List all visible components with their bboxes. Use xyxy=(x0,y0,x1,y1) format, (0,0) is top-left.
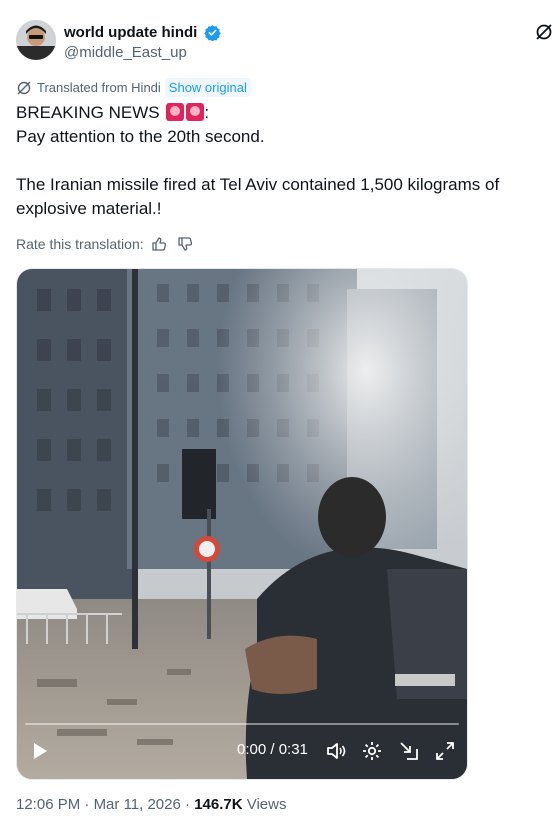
thumbs-down-icon[interactable] xyxy=(176,235,194,253)
translated-label: Translated from Hindi xyxy=(37,80,161,95)
breaking-news-text: BREAKING NEWS xyxy=(16,103,160,122)
settings-gear-icon[interactable] xyxy=(360,739,384,763)
views-count: 146.7K xyxy=(194,796,243,813)
meta-separator: · xyxy=(185,796,191,813)
video-frame xyxy=(17,269,467,779)
translation-bar: Translated from Hindi Show original xyxy=(16,78,251,97)
views-label: Views xyxy=(246,796,287,813)
tweet-meta: 12:06 PM · Mar 11, 2026 · 146.7K Views xyxy=(16,796,286,813)
tweet-line-3: The Iranian missile fired at Tel Aviv co… xyxy=(16,175,500,218)
grok-icon[interactable] xyxy=(534,22,554,42)
meta-separator: · xyxy=(84,796,90,813)
pop-out-icon[interactable] xyxy=(397,739,421,763)
thumbs-up-icon[interactable] xyxy=(150,235,168,253)
volume-icon[interactable] xyxy=(324,739,348,763)
author-name[interactable]: world update hindi xyxy=(64,24,197,41)
play-icon[interactable] xyxy=(27,739,51,763)
post-date[interactable]: Mar 11, 2026 xyxy=(94,796,181,813)
video-player[interactable]: 0:00 / 0:31 xyxy=(16,268,468,780)
tweet-line-2: Pay attention to the 20th second. xyxy=(16,127,265,146)
siren-emoji-icon xyxy=(166,103,185,121)
post-time[interactable]: 12:06 PM xyxy=(16,796,80,813)
video-progress-bar[interactable] xyxy=(25,723,459,725)
author-handle[interactable]: @middle_East_up xyxy=(64,44,187,61)
fullscreen-icon[interactable] xyxy=(433,739,457,763)
avatar[interactable] xyxy=(16,20,56,60)
video-time: 0:00 / 0:31 xyxy=(237,741,308,758)
translate-icon xyxy=(16,80,32,96)
video-controls: 0:00 / 0:31 xyxy=(17,717,467,779)
rate-label: Rate this translation: xyxy=(16,236,144,252)
show-original-button[interactable]: Show original xyxy=(164,78,251,97)
siren-emoji-icon xyxy=(186,103,205,121)
breaking-colon: : xyxy=(204,103,210,122)
rate-translation: Rate this translation: xyxy=(16,235,194,253)
verified-badge-icon xyxy=(204,24,221,42)
tweet-text: BREAKING NEWS : Pay attention to the 20t… xyxy=(16,101,536,221)
